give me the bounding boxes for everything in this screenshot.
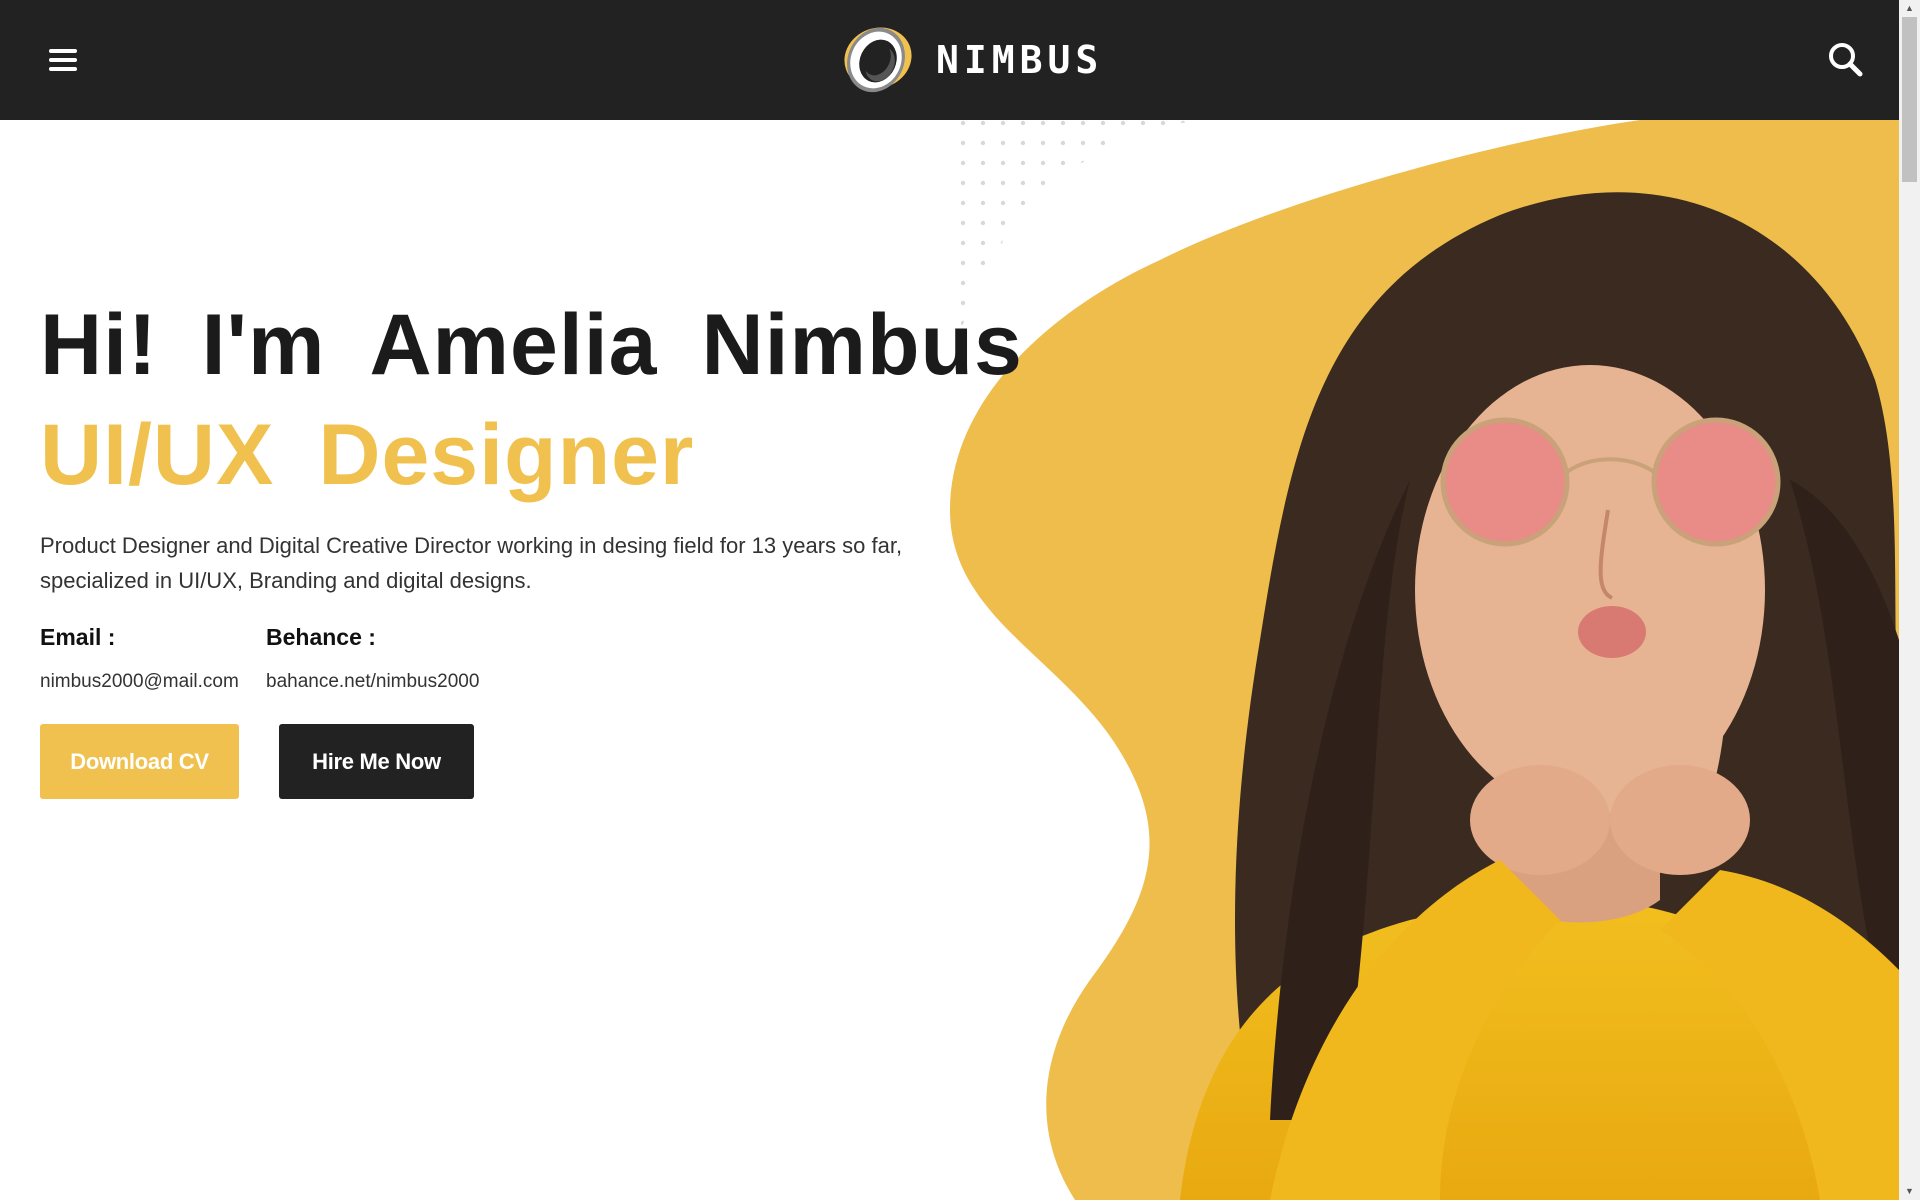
download-cv-button[interactable]: Download CV — [40, 724, 239, 799]
menu-line — [49, 49, 77, 53]
hero-heading: Hi! I'm Amelia Nimbus — [40, 290, 1067, 400]
hero-role-title: UI/UX Designer — [40, 400, 738, 510]
search-icon — [1829, 43, 1863, 77]
scroll-down-arrow-icon[interactable]: ▼ — [1899, 1183, 1920, 1200]
brand-logo[interactable]: NIMBUS — [836, 20, 1103, 100]
hamburger-menu-button[interactable] — [44, 42, 82, 78]
email-value[interactable]: nimbus2000@mail.com — [40, 671, 239, 693]
heading-word: Hi! — [40, 297, 158, 393]
email-label: Email : — [40, 624, 116, 650]
vertical-scrollbar[interactable]: ▲ ▼ — [1899, 0, 1920, 1200]
nimbus-logo-icon — [844, 27, 912, 93]
hero-portrait-image — [950, 120, 1899, 1200]
heading-word: I'm — [201, 297, 326, 393]
hire-me-button[interactable]: Hire Me Now — [279, 724, 474, 799]
menu-line — [49, 67, 77, 71]
search-button[interactable] — [1826, 40, 1866, 80]
hero-description: Product Designer and Digital Creative Di… — [40, 533, 903, 593]
brand-name[interactable]: NIMBUS — [936, 38, 1103, 82]
role-word: UI/UX — [40, 407, 275, 503]
heading-word: Amelia — [369, 297, 658, 393]
behance-label: Behance : — [266, 624, 376, 650]
role-word: Designer — [318, 407, 695, 503]
menu-line — [49, 58, 77, 62]
scrollbar-thumb[interactable] — [1902, 17, 1917, 182]
scroll-up-arrow-icon[interactable]: ▲ — [1899, 0, 1920, 17]
behance-value[interactable]: bahance.net/nimbus2000 — [266, 671, 479, 693]
heading-word: Nimbus — [701, 297, 1023, 393]
site-header: NIMBUS — [0, 0, 1899, 120]
